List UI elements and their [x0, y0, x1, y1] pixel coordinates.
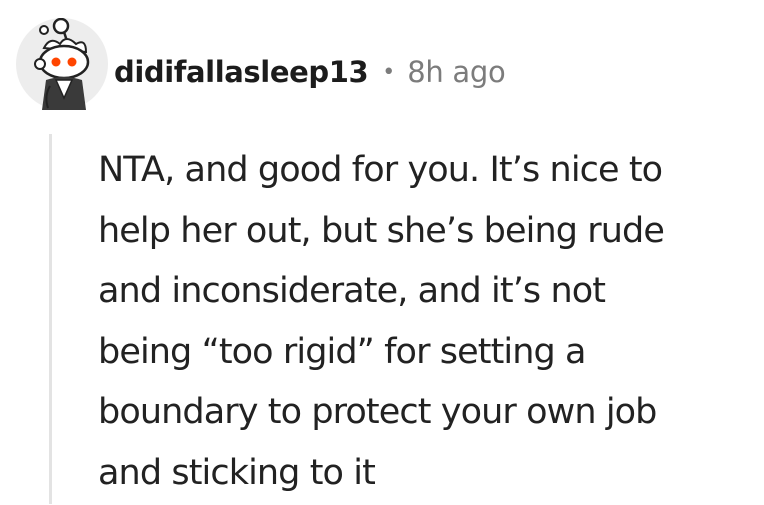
avatar[interactable] [16, 17, 108, 110]
comment: didifallasleep13 • 8h ago NTA, and good … [0, 0, 764, 505]
snoo-avatar-icon [16, 17, 108, 110]
comment-body-line: and inconsiderate, and it’s not [98, 271, 606, 311]
comment-body-line: boundary to protect your own job [98, 392, 657, 432]
comment-body-line: help her out, but she’s being rude [98, 210, 665, 251]
comment-body-line: NTA, and good for you. It’s nice to [98, 150, 663, 190]
comment-body-line: and sticking to it [98, 452, 376, 493]
comment-timestamp[interactable]: 8h ago [407, 55, 505, 89]
comment-header: didifallasleep13 • 8h ago [114, 50, 506, 94]
comment-body-line: being “too rigid” for setting a [98, 331, 587, 372]
comment-body: NTA, and good for you. It’s nice to help… [98, 140, 748, 503]
meta-separator: • [382, 59, 396, 85]
author-username[interactable]: didifallasleep13 [114, 55, 369, 89]
thread-line[interactable] [49, 134, 52, 504]
